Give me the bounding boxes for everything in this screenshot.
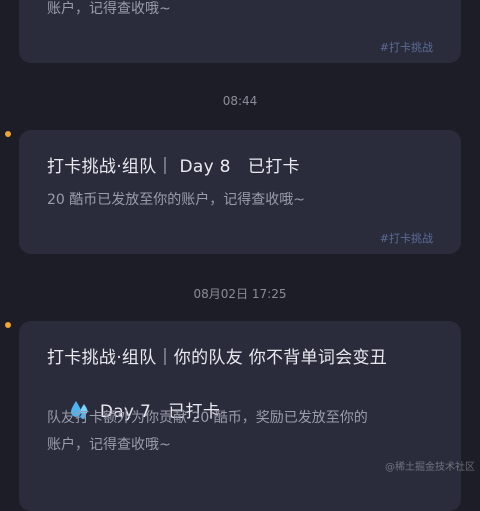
message-tag[interactable]: #打卡挑战 [380, 230, 433, 246]
message-title: 打卡挑战·组队｜你的队友 你不背单词会变丑 [47, 348, 388, 368]
message-body: 账户，记得查收哦~ [47, 1, 171, 17]
message-body: 20 酷币已发放至你的账户，记得查收哦~ [47, 192, 305, 208]
unread-indicator [5, 322, 11, 328]
watermark: @稀土掘金技术社区 [385, 462, 475, 473]
message-title: 打卡挑战·组队｜ Day 8 已打卡 [47, 157, 300, 177]
message-body: 队友打卡额外为你贡献 20 酷币，奖励已发放至你的 [47, 410, 368, 426]
message-timestamp: 08:44 [222, 94, 258, 108]
message-tag[interactable]: #打卡挑战 [380, 39, 433, 55]
message-timestamp: 08月02日 17:25 [193, 287, 287, 301]
unread-indicator [5, 131, 11, 137]
message-card[interactable]: 打卡挑战·组队｜你的队友 你不背单词会变丑 Day 7 已打卡 队友打卡额外为你… [19, 321, 461, 511]
message-card[interactable]: 打卡挑战·组队｜ Day 8 已打卡 20 酷币已发放至你的账户，记得查收哦~ … [19, 130, 461, 254]
message-card[interactable]: 账户，记得查收哦~ #打卡挑战 [19, 0, 461, 63]
message-body-line2: 账户，记得查收哦~ [47, 437, 171, 453]
